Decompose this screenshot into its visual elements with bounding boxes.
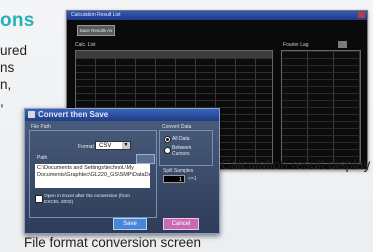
cancel-button[interactable]: Cancel [163,218,199,230]
open-in-excel-checkbox[interactable] [35,195,43,203]
table-header-row [76,51,272,58]
spill-samples-input[interactable]: 1 [163,175,185,183]
dialog-titlebar: Convert then Save [25,109,219,121]
radio-all-data[interactable] [164,136,171,143]
dialog-title: Convert then Save [38,110,109,119]
save-button[interactable]: Save [113,218,147,230]
intro-line: n, [0,77,12,92]
calc-result-caption: Calculation result display [221,157,371,172]
intro-line: ns [0,60,15,75]
convert-then-save-dialog: Convert then Save File Path Format CSV ▼… [24,108,220,234]
radio-all-data-label: All Data [172,136,190,142]
fourier-log-table[interactable] [281,50,361,164]
path-field[interactable]: C:\Documents and Settings\technoL\My Doc… [35,164,150,188]
panel-menu-icon[interactable] [338,41,347,48]
window-titlebar: Calculation Result List [67,11,367,20]
app-icon [28,111,35,118]
fourier-log-label: Fourier Lag [283,42,309,48]
window-title: Calculation Result List [71,12,121,18]
intro-line: ured [0,43,28,58]
intro-line: , [0,94,4,109]
intro-text: ured ns n, , [0,42,27,110]
open-in-excel-label: Open in Excel after the conversion (from… [44,194,130,205]
close-icon[interactable] [358,12,365,18]
browse-folder-button[interactable] [136,154,155,164]
save-results-button[interactable]: Save Results As [77,25,115,36]
section-heading: ons [0,10,35,31]
radio-between-cursors[interactable] [164,147,171,154]
spill-samples-label: Spill Samples [163,168,194,174]
file-format-caption: File format conversion screen [24,235,202,250]
calc-list-label: Calc. List [75,42,96,48]
format-value: CSV [99,143,112,149]
chevron-down-icon[interactable]: ▼ [122,142,130,149]
radio-between-cursors-label: Between Cursors [172,145,192,157]
format-select[interactable]: CSV ▼ [95,141,131,150]
spill-samples-range: <=1 [188,176,197,182]
format-label: Format [78,144,94,150]
path-label: Path [37,155,48,161]
